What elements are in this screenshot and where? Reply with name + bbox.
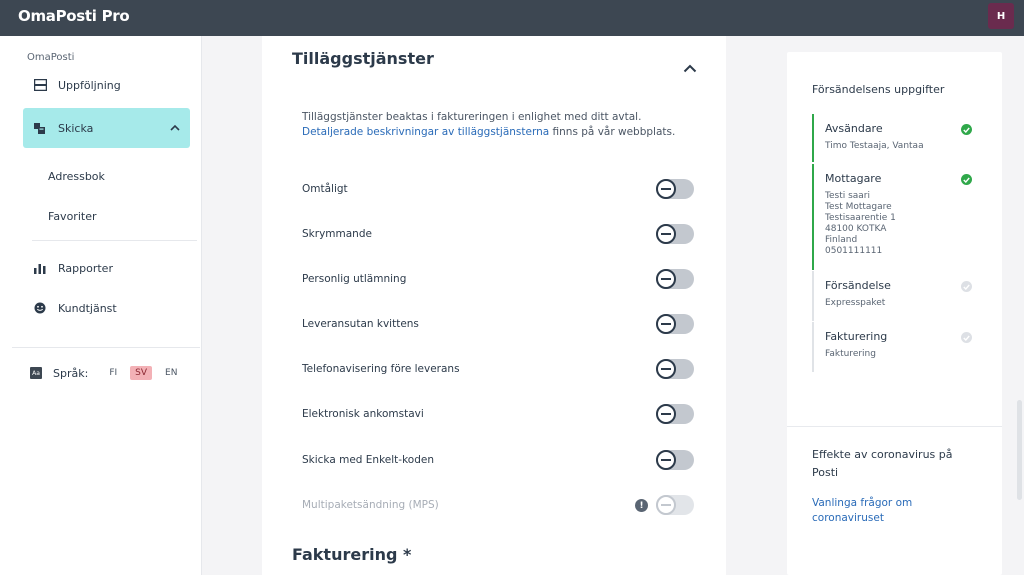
option-row: Multipaketsändning (MPS) ! bbox=[302, 495, 694, 517]
language-option-fi[interactable]: FI bbox=[104, 366, 122, 380]
step-detail: Fakturering bbox=[825, 349, 876, 359]
step-name: Avsändare bbox=[825, 122, 883, 135]
top-bar: OmaPosti Pro H bbox=[0, 0, 1024, 36]
step-detail: Expresspaket bbox=[825, 298, 886, 308]
bar-chart-icon bbox=[33, 261, 47, 275]
sidebar-item-label: Skicka bbox=[58, 121, 94, 135]
option-row: Skicka med Enkelt-koden bbox=[302, 450, 694, 472]
sidebar-item-uppfoljning[interactable]: Uppföljning bbox=[23, 65, 190, 105]
language-switcher: Aa Språk: FI SV EN bbox=[30, 366, 182, 380]
step-sender[interactable]: Avsändare Timo Testaaja, Vantaa bbox=[812, 114, 977, 162]
step-name: Försändelse bbox=[825, 279, 891, 292]
brand-logo[interactable]: OmaPosti Pro bbox=[18, 7, 130, 25]
option-toggle[interactable] bbox=[656, 269, 694, 289]
covid-title: Effekte av coronavirus på Posti bbox=[812, 448, 953, 479]
option-toggle[interactable] bbox=[656, 359, 694, 379]
tray-icon bbox=[33, 78, 47, 92]
option-label: Personlig utlämning bbox=[302, 273, 407, 285]
option-row: Leveransutan kvittens bbox=[302, 314, 694, 336]
shipment-summary: Försändelsens uppgifter Avsändare Timo T… bbox=[787, 52, 1002, 575]
option-label: Telefonavisering före leverans bbox=[302, 363, 460, 375]
option-toggle[interactable] bbox=[656, 224, 694, 244]
billing-section-title: Fakturering * bbox=[292, 545, 412, 564]
step-detail: Timo Testaaja, Vantaa bbox=[825, 141, 924, 151]
check-icon bbox=[961, 174, 972, 185]
sidebar-item-skicka[interactable]: Skicka bbox=[23, 108, 190, 148]
sidebar-item-kundtjanst[interactable]: Kundtjänst bbox=[23, 288, 190, 328]
language-label: Språk: bbox=[53, 366, 89, 380]
step-shipment[interactable]: Försändelse Expresspaket bbox=[812, 271, 977, 321]
services-description-link[interactable]: Detaljerade beskrivningar av tilläggstjä… bbox=[302, 126, 549, 138]
step-name: Fakturering bbox=[825, 330, 888, 343]
user-avatar[interactable]: H bbox=[988, 3, 1014, 29]
sidebar: OmaPosti Uppföljning Skicka Adressbok Fa… bbox=[0, 36, 202, 575]
language-option-sv[interactable]: SV bbox=[130, 366, 153, 380]
option-toggle[interactable] bbox=[656, 179, 694, 199]
option-label: Leveransutan kvittens bbox=[302, 318, 419, 330]
sidebar-item-label: Uppföljning bbox=[58, 78, 121, 92]
check-icon bbox=[961, 124, 972, 135]
sidebar-item-rapporter[interactable]: Rapporter bbox=[23, 248, 190, 288]
option-label: Skrymmande bbox=[302, 228, 372, 240]
smiley-icon bbox=[33, 301, 47, 315]
section-description: Tilläggstjänster beaktas i faktureringen… bbox=[302, 110, 702, 140]
check-icon bbox=[961, 332, 972, 343]
option-label: Omtåligt bbox=[302, 183, 348, 195]
option-toggle[interactable] bbox=[656, 450, 694, 470]
description-suffix: finns på vår webbplats. bbox=[549, 126, 676, 138]
sidebar-divider bbox=[12, 347, 200, 348]
option-label: Multipaketsändning (MPS) bbox=[302, 499, 439, 511]
sidebar-item-adressbok[interactable]: Adressbok bbox=[48, 170, 105, 183]
option-row: Telefonavisering före leverans bbox=[302, 359, 694, 381]
chevron-up-icon[interactable] bbox=[170, 121, 180, 134]
option-toggle bbox=[656, 495, 694, 515]
option-toggle[interactable] bbox=[656, 314, 694, 334]
option-row: Elektronisk ankomstavi bbox=[302, 404, 694, 426]
step-billing[interactable]: Fakturering Fakturering bbox=[812, 322, 977, 372]
step-recipient[interactable]: Mottagare Testi saari Test Mottagare Tes… bbox=[812, 164, 977, 270]
covid-faq-link[interactable]: Vanlinga frågor om coronaviruset bbox=[812, 496, 962, 526]
option-label: Elektronisk ankomstavi bbox=[302, 408, 424, 420]
language-option-en[interactable]: EN bbox=[160, 366, 182, 380]
description-text: Tilläggstjänster beaktas i faktureringen… bbox=[302, 111, 642, 123]
info-icon[interactable]: ! bbox=[635, 499, 648, 512]
sidebar-item-favoriter[interactable]: Favoriter bbox=[48, 210, 96, 223]
sidebar-item-label: Kundtjänst bbox=[58, 301, 117, 315]
summary-title: Försändelsens uppgifter bbox=[812, 83, 945, 96]
option-label: Skicka med Enkelt-koden bbox=[302, 454, 434, 466]
language-icon: Aa bbox=[30, 367, 42, 379]
sidebar-item-label: Rapporter bbox=[58, 261, 113, 275]
option-row: Skrymmande bbox=[302, 224, 694, 246]
option-toggle[interactable] bbox=[656, 404, 694, 424]
section-title: Tilläggstjänster bbox=[292, 49, 434, 68]
summary-divider bbox=[787, 426, 1002, 427]
sidebar-section-label: OmaPosti bbox=[27, 52, 75, 63]
additional-services-card: Tilläggstjänster Tilläggstjänster beakta… bbox=[262, 36, 726, 575]
check-icon bbox=[961, 281, 972, 292]
scrollbar[interactable] bbox=[1017, 400, 1022, 500]
step-name: Mottagare bbox=[825, 172, 882, 185]
sidebar-divider bbox=[32, 240, 197, 241]
step-detail: Testi saari Test Mottagare Testisaarenti… bbox=[825, 191, 896, 256]
option-row: Personlig utlämning bbox=[302, 269, 694, 291]
chevron-up-icon bbox=[683, 64, 697, 72]
collapse-button[interactable] bbox=[681, 61, 699, 75]
packages-icon bbox=[33, 121, 47, 135]
option-row: Omtåligt bbox=[302, 179, 694, 201]
